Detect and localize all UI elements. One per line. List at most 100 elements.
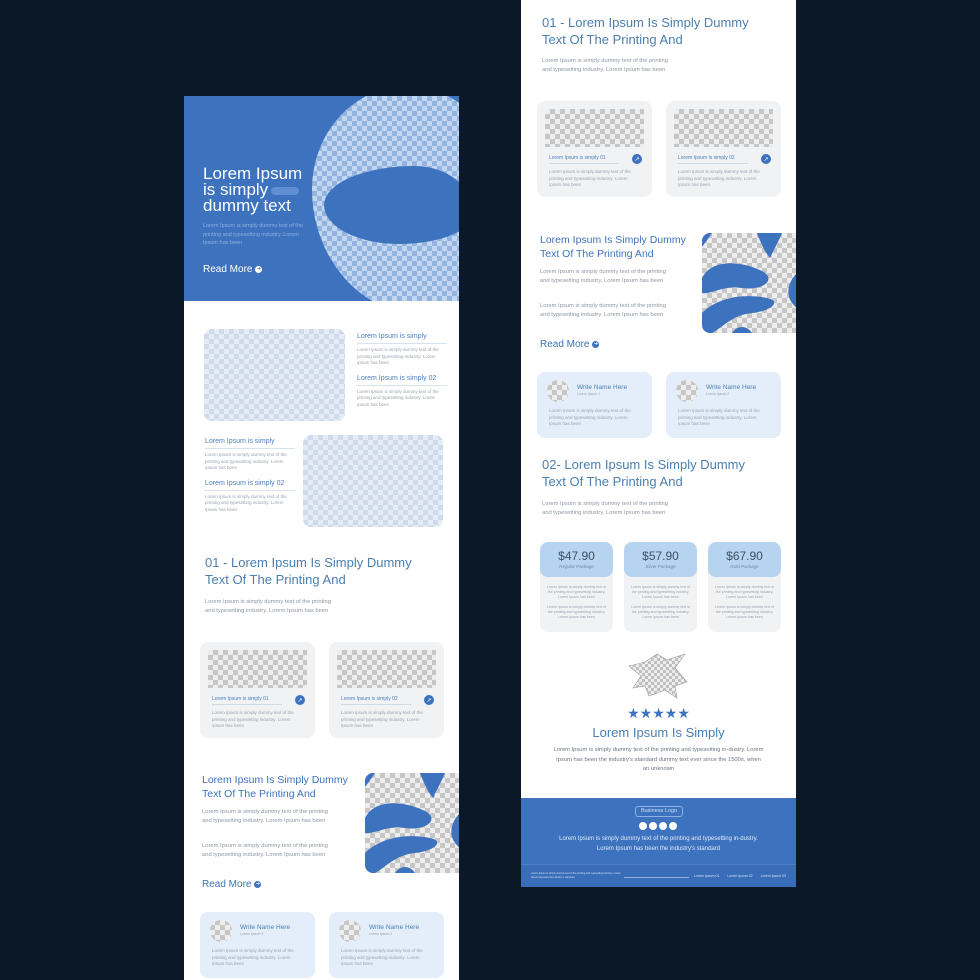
social-icons	[639, 822, 677, 830]
card-body: Lorem Ipsum is simply dummy text of the …	[341, 710, 423, 728]
blob-pattern	[365, 773, 459, 873]
package-name: Silver Package	[645, 564, 676, 569]
avatar	[547, 380, 569, 402]
pricing-header: $57.90 Silver Package	[624, 542, 697, 577]
testimonial-body: Lorem Ipsum is simply dummy text of the …	[341, 948, 423, 966]
split-read-more-link[interactable]: Read More ➜	[202, 879, 262, 890]
feature-image-2	[303, 435, 443, 527]
service-card[interactable]: Lorem Ipsum is simply 02 ↗ Lorem Ipsum i…	[666, 101, 781, 197]
footer-divider	[624, 877, 689, 878]
split-read-more-link[interactable]: Read More ➜	[540, 339, 600, 350]
social-icon-2[interactable]	[649, 822, 657, 830]
social-icon-4[interactable]	[669, 822, 677, 830]
feature-body: Lorem Ipsum is simply dummy text of the …	[357, 388, 439, 407]
pricing-card-silver[interactable]: $57.90 Silver Package Lorem Ipsum is sim…	[624, 542, 697, 632]
card-image-placeholder	[674, 109, 773, 147]
social-icon-3[interactable]	[659, 822, 667, 830]
rating-stars: ★★★★★	[627, 705, 690, 721]
hero-body: Lorem Ipsum is simply dummy text of the …	[203, 223, 303, 246]
hero-section: Lorem Ipsum is simply dummy text Lorem I…	[184, 96, 459, 301]
arrow-up-right-icon[interactable]: ↗	[295, 695, 305, 705]
split-body-1: Lorem Ipsum is simply dummy text of the …	[202, 809, 328, 824]
pricing-card-regular[interactable]: $47.90 Regular Package Lorem Ipsum is si…	[540, 542, 613, 632]
footer: Business Logo Lorem Ipsum is simply dumm…	[521, 798, 796, 887]
business-logo[interactable]: Business Logo	[635, 806, 683, 817]
footer-link[interactable]: Lorem Ipsum 01	[694, 874, 719, 878]
blob-pattern	[702, 233, 796, 333]
card-title: Lorem Ipsum is simply 02	[678, 155, 748, 164]
feature-heading: Lorem Ipsum is simply 02	[205, 480, 295, 491]
arrow-up-right-icon[interactable]: ↗	[424, 695, 434, 705]
testimonial-name: Write Name Here	[240, 924, 291, 931]
feature-heading: Lorem Ipsum is simply	[357, 333, 447, 344]
hero-read-more-link[interactable]: Read More ➜	[203, 264, 263, 275]
section-01-title: 01 - Lorem Ipsum Is Simply Dummy Text Of…	[542, 15, 749, 47]
section-01-body: Lorem Ipsum is simply dummy text of the …	[542, 58, 668, 73]
social-icon-1[interactable]	[639, 822, 647, 830]
card-title: Lorem Ipsum is simply 01	[549, 155, 619, 164]
testimonial-subtitle: Lorem Ipsum 2	[369, 932, 393, 936]
service-card[interactable]: Lorem Ipsum is simply 01 ↗ Lorem Ipsum i…	[537, 101, 652, 197]
footer-link[interactable]: Lorem Ipsum 03	[761, 874, 786, 878]
split-image-placeholder	[702, 233, 796, 333]
avatar	[210, 920, 232, 942]
testimonial-subtitle: Lorem Ipsum 1	[577, 392, 601, 396]
arrow-circle-icon: ➜	[254, 881, 262, 888]
page-mockup-right: 01 - Lorem Ipsum Is Simply Dummy Text Of…	[521, 0, 796, 887]
avatar	[676, 380, 698, 402]
feature-body: Lorem Ipsum is simply dummy text of the …	[357, 347, 439, 365]
torn-paper-badge-icon	[628, 653, 688, 699]
testimonial-body: Lorem Ipsum is simply dummy text of the …	[212, 948, 294, 966]
pricing-body: Lorem Ipsum is simply dummy text of the …	[714, 585, 775, 619]
card-image-placeholder	[208, 650, 307, 688]
pricing-body: Lorem Ipsum is simply dummy text of the …	[630, 585, 691, 619]
arrow-circle-icon: ➜	[592, 341, 600, 348]
split-title: Lorem Ipsum Is Simply Dummy Text Of The …	[540, 234, 686, 260]
testimonial-subtitle: Lorem Ipsum 2	[706, 392, 730, 396]
page-mockup-left: Lorem Ipsum is simply dummy text Lorem I…	[184, 96, 459, 980]
package-name: Gold Package	[730, 564, 759, 569]
feature-heading: Lorem Ipsum is simply	[205, 438, 295, 449]
feature-text-group-1: Lorem Ipsum is simply Lorem Ipsum is sim…	[357, 333, 447, 416]
feature-heading: Lorem Ipsum is simply 02	[357, 375, 447, 386]
testimonial-name: Write Name Here	[706, 384, 757, 391]
price-value: $67.90	[726, 549, 763, 563]
testimonial-card: Write Name Here Lorem Ipsum 1 Lorem Ipsu…	[537, 372, 652, 438]
testimonial-card: Write Name Here Lorem Ipsum 2 Lorem Ipsu…	[329, 912, 444, 978]
package-name: Regular Package	[559, 564, 594, 569]
footer-links: Lorem Ipsum 01 Lorem Ipsum 02 Lorem Ipsu…	[694, 874, 786, 878]
price-value: $57.90	[642, 549, 679, 563]
feature-body: Lorem Ipsum is simply dummy text of the …	[205, 493, 287, 512]
hero-dots-decoration	[271, 186, 300, 195]
arrow-up-right-icon[interactable]: ↗	[632, 154, 642, 164]
split-body-2: Lorem Ipsum is simply dummy text of the …	[202, 843, 328, 858]
service-card[interactable]: Lorem Ipsum is simply 01 ↗ Lorem Ipsum i…	[200, 642, 315, 738]
section-02-title: 02- Lorem Ipsum Is Simply Dummy Text Of …	[542, 457, 745, 489]
testimonial-card: Write Name Here Lorem Ipsum 1 Lorem Ipsu…	[200, 912, 315, 978]
section-02-body: Lorem Ipsum is simply dummy text of the …	[542, 501, 668, 516]
footer-bottom-text: Lorem Ipsum is simply dummy text of the …	[531, 872, 621, 879]
card-image-placeholder	[337, 650, 436, 688]
feature-body: Lorem Ipsum is simply dummy text of the …	[205, 452, 287, 470]
hero-title: Lorem Ipsum is simply dummy text	[203, 164, 303, 215]
service-card[interactable]: Lorem Ipsum is simply 02 ↗ Lorem Ipsum i…	[329, 642, 444, 738]
split-body-2: Lorem Ipsum is simply dummy text of the …	[540, 303, 666, 318]
footer-link[interactable]: Lorem Ipsum 02	[727, 874, 752, 878]
section-01-title: 01 - Lorem Ipsum Is Simply Dummy Text Of…	[205, 555, 412, 587]
review-body: Lorem Ipsum is simply dummy text of the …	[553, 747, 764, 772]
price-value: $47.90	[558, 549, 595, 563]
card-image-placeholder	[545, 109, 644, 147]
split-body-1: Lorem Ipsum is simply dummy text of the …	[540, 269, 666, 284]
pricing-header: $67.90 Gold Package	[708, 542, 781, 577]
footer-bottom-bar: Lorem Ipsum is simply dummy text of the …	[521, 864, 796, 887]
testimonial-card: Write Name Here Lorem Ipsum 2 Lorem Ipsu…	[666, 372, 781, 438]
section-01-body: Lorem Ipsum is simply dummy text of the …	[205, 599, 331, 614]
arrow-up-right-icon[interactable]: ↗	[761, 154, 771, 164]
card-title: Lorem Ipsum is simply 01	[212, 696, 282, 705]
testimonial-name: Write Name Here	[369, 924, 420, 931]
card-body: Lorem Ipsum is simply dummy text of the …	[549, 169, 631, 187]
split-image-placeholder	[365, 773, 459, 873]
pricing-card-gold[interactable]: $67.90 Gold Package Lorem Ipsum is simpl…	[708, 542, 781, 632]
card-title: Lorem Ipsum is simply 02	[341, 696, 411, 705]
pricing-header: $47.90 Regular Package	[540, 542, 613, 577]
